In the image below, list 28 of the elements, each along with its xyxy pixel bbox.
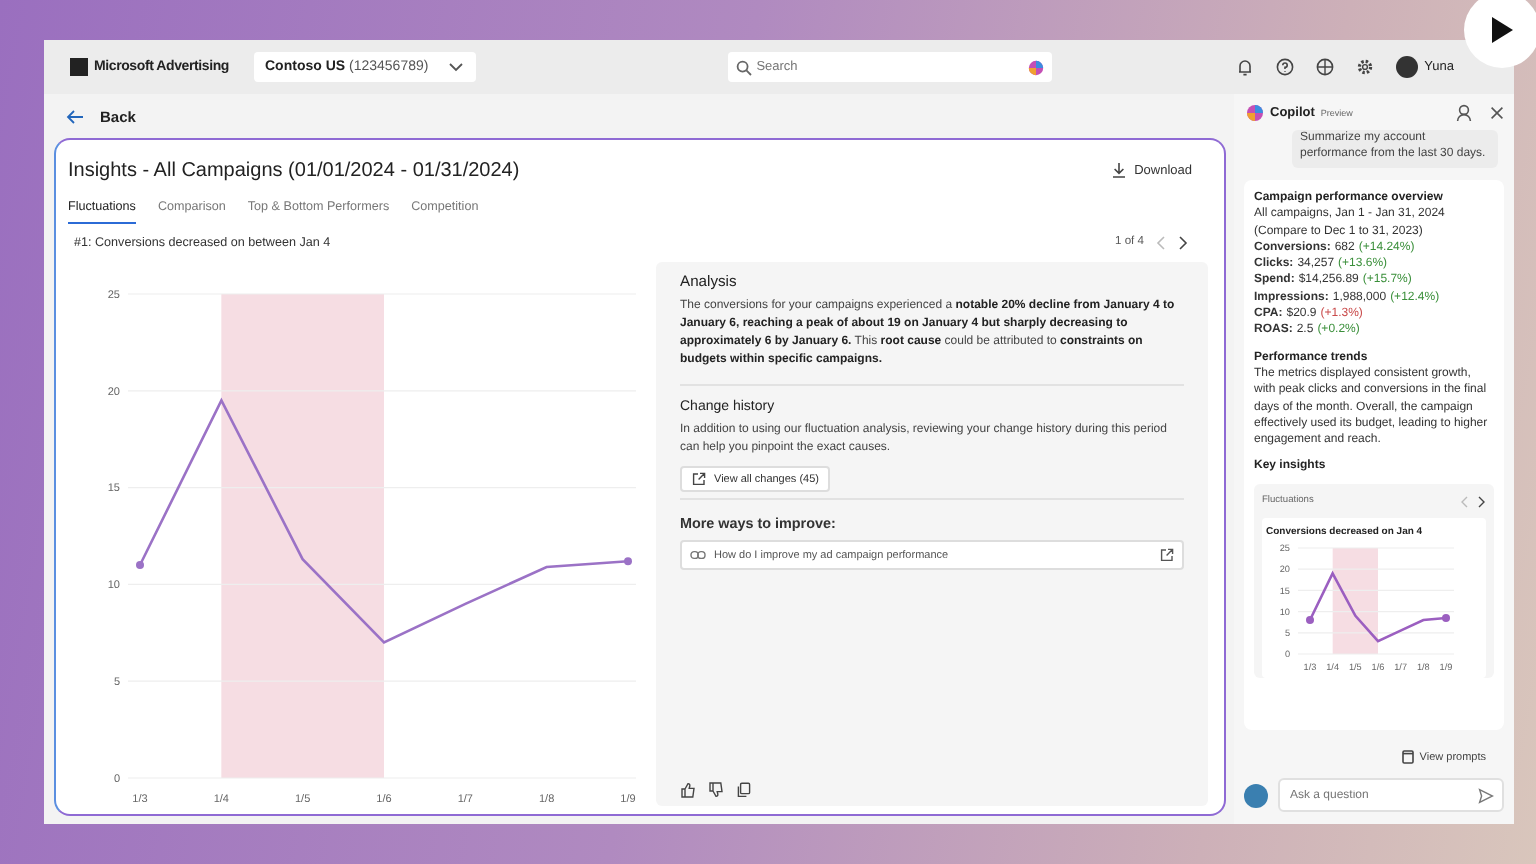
link-icon: [690, 550, 706, 560]
bell-icon[interactable]: [1236, 58, 1255, 76]
play-button[interactable]: [1464, 0, 1536, 68]
chevron-right-icon[interactable]: [1178, 235, 1188, 249]
send-icon[interactable]: [1478, 787, 1494, 803]
arrow-left-icon: [66, 109, 84, 123]
external-link-icon: [1160, 548, 1174, 562]
help-icon[interactable]: [1276, 58, 1295, 76]
card-title: Insights - All Campaigns (01/01/2024 - 01/31/2024): [68, 159, 520, 181]
avatar[interactable]: [1396, 56, 1419, 78]
logo-icon: [70, 58, 88, 76]
person-icon[interactable]: [1456, 103, 1472, 121]
copilot-avatar[interactable]: [1244, 783, 1268, 807]
thumbs-up-icon[interactable]: [680, 782, 696, 798]
thumbs-down-icon[interactable]: [708, 782, 724, 798]
globe-icon[interactable]: [1316, 58, 1335, 76]
document-icon: [1401, 750, 1414, 764]
highlight-band: [1332, 547, 1378, 654]
external-link-icon: [692, 472, 706, 486]
download-icon: [1112, 162, 1127, 178]
copilot-icon: [1028, 59, 1045, 75]
chevron-right-icon[interactable]: [1478, 495, 1486, 508]
copy-icon[interactable]: [736, 782, 752, 798]
copilot-icon: [1246, 103, 1264, 121]
settings-icon[interactable]: [1356, 58, 1375, 76]
play-icon: [1490, 16, 1514, 44]
close-icon[interactable]: [1490, 105, 1504, 119]
chevron-down-icon: [448, 62, 465, 72]
